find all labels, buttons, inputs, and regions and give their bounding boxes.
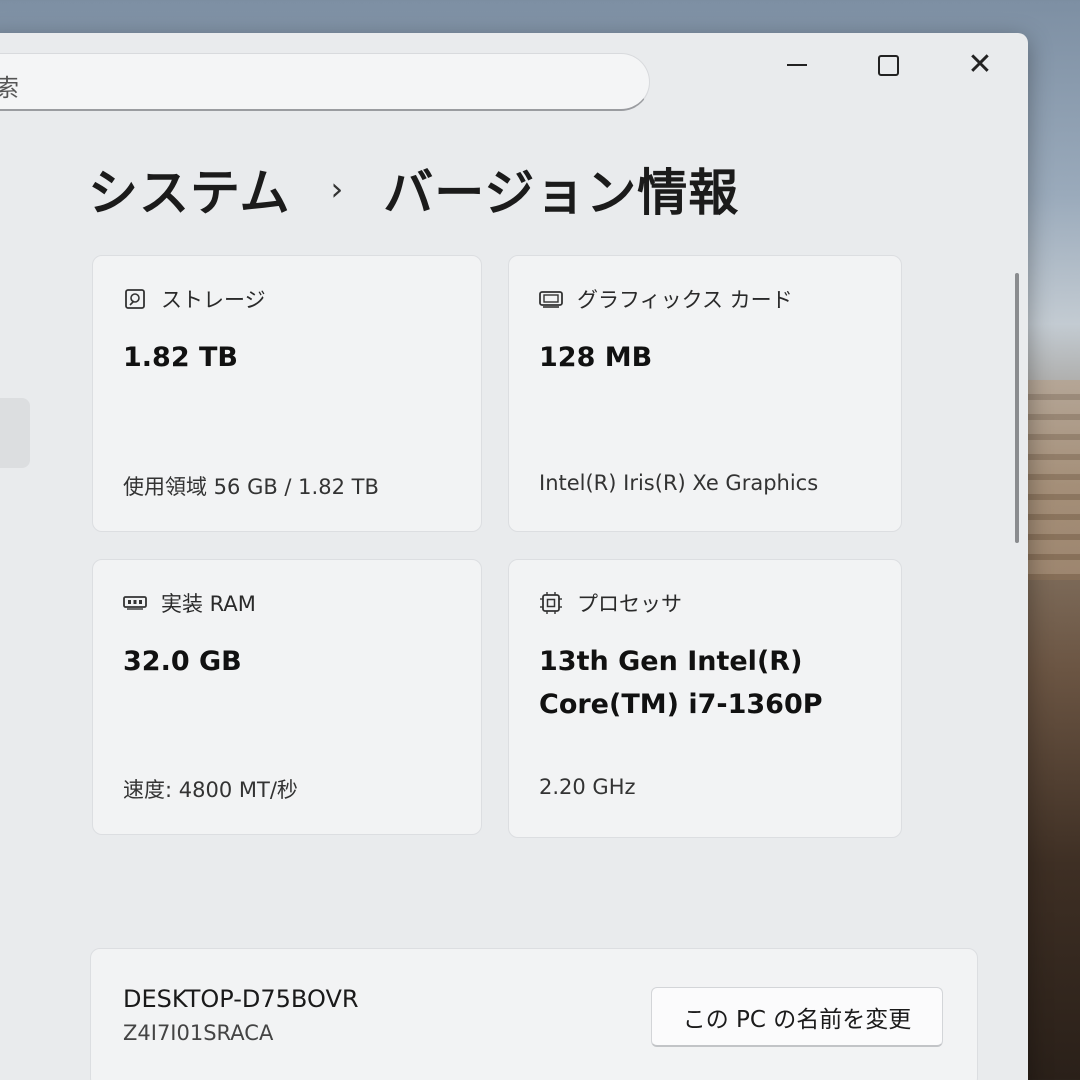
processor-label: プロセッサ [577,592,682,616]
graphics-card-icon [539,287,563,311]
graphics-label: グラフィックス カード [577,288,793,312]
storage-value: 1.82 TB [123,342,239,373]
processor-speed: 2.20 GHz [539,775,636,799]
processor-card: プロセッサ 13th Gen Intel(R) Core(TM) i7-1360… [508,559,902,838]
close-button[interactable]: ✕ [950,45,1010,85]
device-name: DESKTOP-D75BOVR [123,985,359,1013]
storage-icon [123,287,147,311]
minimize-button[interactable] [767,45,827,85]
maximize-button[interactable] [858,45,918,85]
breadcrumb-parent[interactable]: システム [88,153,291,225]
storage-label: ストレージ [161,288,266,312]
ram-speed: 速度: 4800 MT/秒 [123,778,298,802]
graphics-adapter: Intel(R) Iris(R) Xe Graphics [539,471,819,495]
rename-pc-button[interactable]: この PC の名前を変更 [651,987,943,1047]
processor-value: 13th Gen Intel(R) Core(TM) i7-1360P [539,640,823,726]
nav-item-selected[interactable] [0,398,30,468]
maximize-icon [877,54,899,76]
scrollbar[interactable] [1015,273,1019,543]
device-name-card: DESKTOP-D75BOVR Z4I7I01SRACA この PC の名前を変… [90,948,978,1080]
ram-card-header: 実装 RAM [123,588,256,618]
storage-usage: 使用領域 56 GB / 1.82 TB [123,475,379,499]
ram-value: 32.0 GB [123,646,242,677]
processor-name-line2: Core(TM) i7-1360P [539,689,823,720]
graphics-value: 128 MB [539,342,653,373]
breadcrumb: システム › バージョン情報 [88,153,739,225]
minimize-icon [787,64,807,66]
ram-card: 実装 RAM 32.0 GB 速度: 4800 MT/秒 [92,559,482,835]
storage-card: ストレージ 1.82 TB 使用領域 56 GB / 1.82 TB [92,255,482,532]
page-title: バージョン情報 [383,164,740,222]
desktop-background [1020,380,1080,580]
close-icon: ✕ [967,47,993,82]
ram-label: 実装 RAM [161,592,256,616]
processor-name-line1: 13th Gen Intel(R) [539,646,803,677]
processor-card-header: プロセッサ [539,588,682,618]
ram-icon [123,591,147,615]
graphics-card: グラフィックス カード 128 MB Intel(R) Iris(R) Xe G… [508,255,902,532]
graphics-card-header: グラフィックス カード [539,284,793,314]
settings-window: 検索 ✕ システム › バージョン情報 ストレージ 1.82 TB 使用領域 5… [0,33,1028,1080]
search-box[interactable]: 検索 [0,53,650,111]
search-placeholder: 検索 [0,74,19,102]
storage-card-header: ストレージ [123,284,266,314]
processor-icon [539,591,563,615]
device-model: Z4I7I01SRACA [123,1021,274,1045]
breadcrumb-separator: › [330,170,344,208]
